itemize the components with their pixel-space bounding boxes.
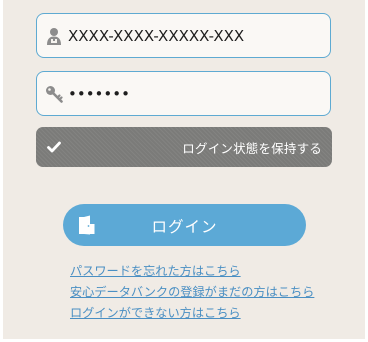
password-field[interactable]: [36, 71, 331, 116]
user-icon: [44, 26, 64, 46]
username-input[interactable]: [68, 26, 318, 45]
password-input[interactable]: [68, 84, 318, 103]
checkmark-icon: [47, 140, 61, 154]
login-panel: ログイン状態を保持する ログイン パスワードを忘れた方はこちら 安心データバンク…: [3, 0, 365, 339]
forgot-password-link[interactable]: パスワードを忘れた方はこちら: [70, 261, 314, 282]
login-button-label: ログイン: [151, 218, 218, 236]
username-field[interactable]: [36, 13, 331, 58]
key-icon: [44, 84, 64, 104]
keep-logged-in-toggle[interactable]: ログイン状態を保持する: [36, 127, 332, 167]
register-link[interactable]: 安心データバンクの登録がまだの方はこちら: [70, 282, 314, 303]
help-links: パスワードを忘れた方はこちら 安心データバンクの登録がまだの方はこちら ログイン…: [70, 261, 314, 324]
keep-logged-in-label: ログイン状態を保持する: [182, 141, 322, 156]
login-button[interactable]: ログイン: [63, 204, 306, 246]
cannot-login-link[interactable]: ログインができない方はこちら: [70, 303, 314, 324]
